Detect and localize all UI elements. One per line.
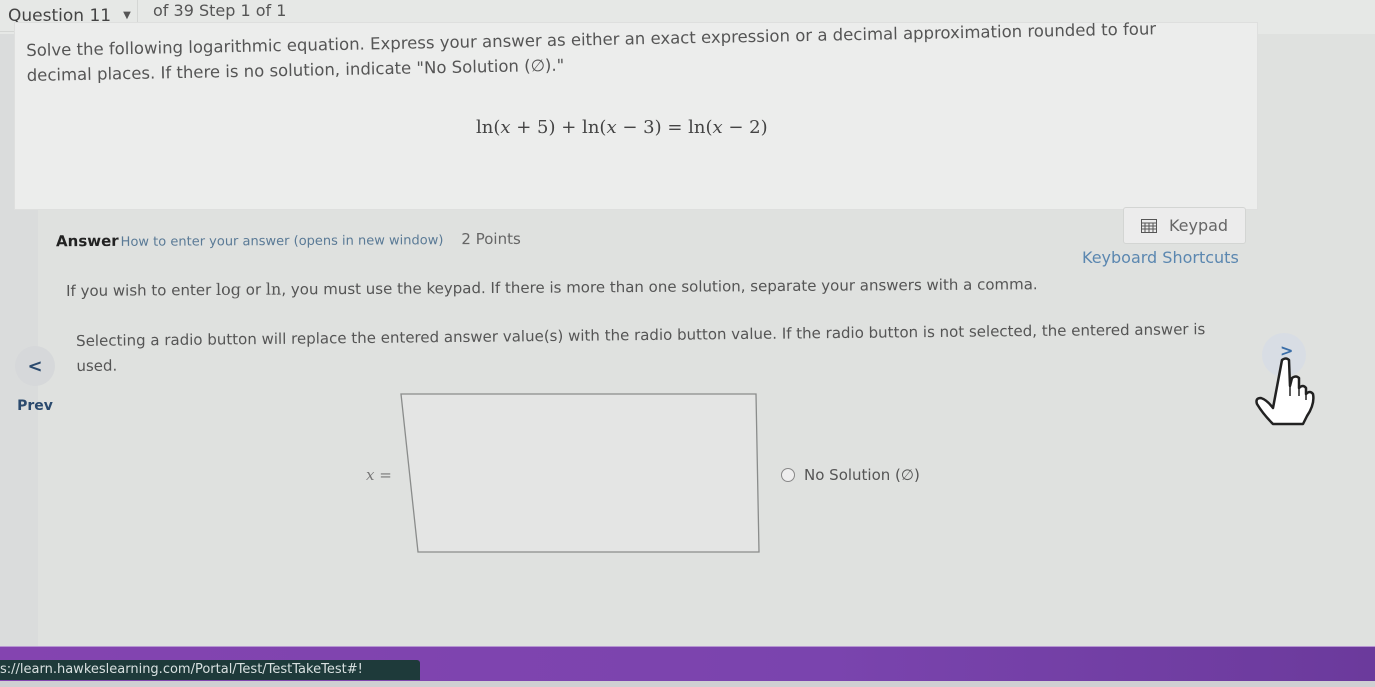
instruction-text: or — [240, 280, 266, 299]
equation-text: ln( — [476, 117, 501, 138]
equation-variable: x — [606, 117, 617, 138]
chevron-left-icon: < — [15, 346, 55, 386]
hand-pointer-icon — [1255, 357, 1315, 426]
answer-input[interactable] — [402, 393, 759, 552]
equation-text: − 3) = ln( — [616, 117, 713, 138]
calculator-icon — [1140, 218, 1157, 233]
log-text: log — [215, 279, 242, 299]
equation-text: + 5) + ln( — [510, 117, 607, 138]
points-value: 2 Points — [461, 229, 521, 249]
prev-button[interactable]: < Prev — [12, 346, 58, 414]
status-bar-url: s://learn.hawkeslearning.com/Portal/Test… — [0, 660, 420, 680]
bottom-edge — [0, 681, 1375, 687]
instruction-text: , you must use the keypad. If there is m… — [281, 275, 1038, 299]
keypad-instruction: If you wish to enter log or ln, you must… — [66, 274, 1038, 300]
question-progress: of 39 Step 1 of 1 — [153, 1, 287, 20]
keypad-button[interactable]: Keypad — [1123, 207, 1246, 244]
answer-variable-label: x = — [366, 466, 392, 484]
no-solution-radio[interactable] — [781, 468, 795, 482]
no-solution-label: No Solution (∅) — [804, 466, 920, 484]
chevron-down-icon: ▼ — [123, 10, 131, 21]
answer-label: Answer — [55, 231, 119, 251]
answer-header: Answer How to enter your answer (opens i… — [56, 230, 521, 250]
ln-text: ln — [265, 279, 282, 299]
how-to-enter-answer-link[interactable]: How to enter your answer (opens in new w… — [121, 233, 444, 250]
equation-text: − 2) — [722, 117, 768, 138]
keypad-label: Keypad — [1168, 216, 1229, 235]
instruction-text: If you wish to enter — [66, 280, 217, 300]
equation: ln(x + 5) + ln(x − 3) = ln(x − 2) — [476, 117, 768, 138]
no-solution-option[interactable]: No Solution (∅) — [781, 466, 920, 484]
prev-label: Prev — [17, 398, 53, 414]
equals-sign: = — [374, 466, 392, 484]
radio-instruction: Selecting a radio button will replace th… — [76, 320, 1206, 375]
keyboard-shortcuts-link[interactable]: Keyboard Shortcuts — [1082, 248, 1239, 267]
equation-variable: x — [712, 117, 723, 138]
equation-variable: x — [500, 117, 511, 138]
